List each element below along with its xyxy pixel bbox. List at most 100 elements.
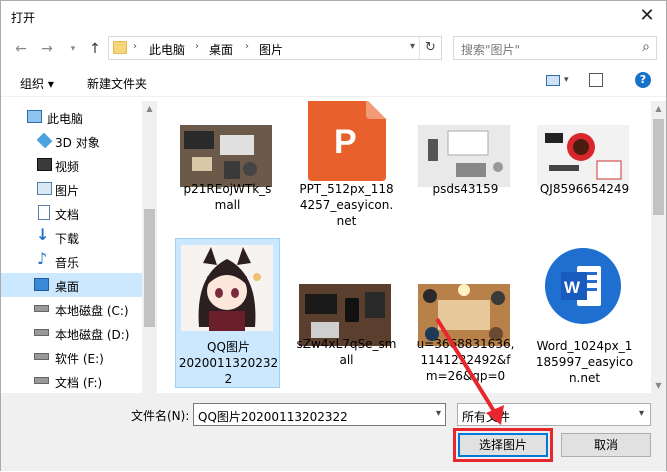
breadcrumb-separator-icon[interactable]: › [133, 41, 137, 52]
scroll-up-icon[interactable]: ▲ [142, 101, 157, 116]
navigation-pane: 此电脑 3D 对象 视频 图片 文档 ↓ 下载 ♪ 音乐 桌面 本地磁盘 (C:… [1, 101, 158, 393]
nav-item-videos[interactable]: 视频 [1, 153, 142, 177]
file-list-scrollbar[interactable]: ▲ ▼ [651, 101, 666, 393]
up-arrow-icon[interactable]: ↑ [85, 39, 105, 59]
chevron-down-icon[interactable]: ▾ [639, 408, 644, 419]
help-icon[interactable]: ? [635, 72, 651, 88]
nav-item-label: 此电脑 [47, 112, 84, 126]
breadcrumb-pictures[interactable]: 图片 [259, 41, 283, 58]
drive-icon [34, 353, 49, 360]
filename-label: 文件名(N): [131, 409, 190, 423]
file-item-selected[interactable]: QQ图片 2020011320232 2 [175, 238, 280, 388]
nav-item-drive-d[interactable]: 本地磁盘 (D:) [1, 321, 142, 345]
nav-item-documents[interactable]: 文档 [1, 201, 142, 225]
file-name: u=3668831636, 1141232492&f m=26&gp=0 [416, 337, 515, 383]
forward-arrow-icon[interactable]: → [37, 39, 57, 59]
nav-item-label: 音乐 [55, 256, 80, 270]
cancel-button[interactable]: 取消 [561, 433, 651, 457]
word-icon-thumbnail: W [539, 242, 627, 328]
scrollbar-thumb[interactable] [144, 209, 155, 327]
file-name: p21REojWTk_s mall [183, 182, 272, 212]
nav-item-label: 视频 [55, 160, 80, 174]
filetype-select[interactable]: 所有文件 ▾ [457, 403, 651, 426]
filename-input[interactable]: QQ图片20200113202322 ▾ [193, 403, 446, 426]
svg-text:W: W [564, 278, 581, 297]
search-box[interactable]: 搜索"图片" ⌕ [453, 36, 657, 60]
organize-button[interactable]: 组织 ▾ [20, 75, 54, 92]
computer-icon [27, 110, 42, 123]
nav-item-label: 图片 [55, 184, 80, 198]
folder-icon [113, 41, 127, 54]
nav-item-3d-objects[interactable]: 3D 对象 [1, 129, 142, 153]
nav-pane-scrollbar[interactable]: ▲ [142, 101, 157, 393]
close-icon[interactable]: ✕ [634, 5, 660, 29]
file-name: sZw4xL7qSe_sm all [296, 337, 397, 367]
nav-item-drive-f[interactable]: 文档 (F:) [1, 369, 142, 393]
file-item[interactable]: QJ8596654249 [532, 101, 637, 249]
nav-item-pictures[interactable]: 图片 [1, 177, 142, 201]
nav-item-label: 3D 对象 [55, 136, 100, 150]
scrollbar-thumb[interactable] [653, 119, 664, 215]
download-icon: ↓ [36, 225, 50, 244]
nav-item-label: 桌面 [55, 280, 80, 294]
address-dropdown-icon[interactable]: ▾ [410, 41, 415, 52]
dialog-footer: 文件名(N): QQ图片20200113202322 ▾ 所有文件 ▾ 选择图片… [1, 393, 666, 471]
drive-icon [34, 305, 49, 312]
scroll-up-icon[interactable]: ▲ [651, 101, 666, 116]
chevron-down-icon[interactable]: ▾ [436, 408, 441, 419]
video-icon [37, 158, 52, 171]
nav-item-drive-c[interactable]: 本地磁盘 (C:) [1, 297, 142, 321]
preview-pane-icon[interactable] [589, 73, 603, 87]
ppt-icon-thumbnail: P [308, 101, 386, 181]
nav-item-label: 下载 [55, 232, 80, 246]
file-item[interactable]: p21REojWTk_s mall [175, 101, 280, 249]
drive-icon [34, 329, 49, 336]
refresh-icon[interactable]: ↻ [419, 37, 441, 59]
address-bar[interactable]: › 此电脑 › 桌面 › 图片 ▾ ↻ [108, 36, 442, 60]
file-name: QQ图片 2020011320232 2 [178, 340, 279, 386]
command-bar: 组织 ▾ 新建文件夹 ▾ ? [1, 67, 666, 97]
nav-item-label: 文档 [55, 208, 80, 222]
open-file-dialog: 打开 ✕ ← → ▾ ↑ › 此电脑 › 桌面 › 图片 ▾ ↻ 搜索"图片" … [0, 0, 667, 471]
file-name: Word_1024px_1 185997_easyico n.net [535, 339, 634, 385]
title-bar: 打开 ✕ [1, 1, 666, 33]
file-item[interactable]: sZw4xL7qSe_sm all [294, 238, 399, 388]
file-name: psds43159 [432, 182, 499, 196]
breadcrumb-desktop[interactable]: 桌面 [209, 41, 233, 58]
file-name: QJ8596654249 [539, 182, 630, 196]
file-name: PPT_512px_118 4257_easyicon. net [299, 182, 394, 228]
file-item[interactable]: psds43159 [413, 101, 518, 249]
filetype-value: 所有文件 [462, 410, 511, 424]
back-arrow-icon[interactable]: ← [11, 39, 31, 59]
nav-item-this-pc[interactable]: 此电脑 [1, 105, 142, 129]
breadcrumb-separator-icon[interactable]: › [195, 41, 199, 52]
chevron-down-icon: ▾ [564, 75, 569, 85]
recent-locations-chevron-icon[interactable]: ▾ [63, 39, 83, 59]
desktop-icon [34, 278, 49, 291]
cube-3d-icon [36, 132, 53, 149]
nav-item-label: 软件 (E:) [55, 352, 104, 366]
breadcrumb-this-pc[interactable]: 此电脑 [149, 41, 185, 58]
drive-icon [34, 377, 49, 384]
change-view-button[interactable]: ▾ [544, 73, 574, 91]
svg-text:P: P [334, 123, 357, 161]
nav-item-desktop[interactable]: 桌面 [1, 273, 142, 297]
scroll-down-icon[interactable]: ▼ [651, 378, 666, 393]
search-icon[interactable]: ⌕ [642, 39, 650, 55]
nav-item-label: 本地磁盘 (D:) [55, 328, 130, 342]
picture-icon [37, 182, 52, 195]
filename-value: QQ图片20200113202322 [198, 410, 348, 424]
view-icon [546, 75, 560, 86]
breadcrumb-separator-icon[interactable]: › [245, 41, 249, 52]
nav-item-downloads[interactable]: ↓ 下载 [1, 225, 142, 249]
annotation-highlight-box [453, 428, 553, 462]
file-item[interactable]: u=3668831636, 1141232492&f m=26&gp=0 [413, 238, 518, 388]
nav-item-music[interactable]: ♪ 音乐 [1, 249, 142, 273]
music-icon: ♪ [37, 249, 48, 268]
nav-item-drive-e[interactable]: 软件 (E:) [1, 345, 142, 369]
new-folder-button[interactable]: 新建文件夹 [87, 75, 147, 92]
nav-item-label: 文档 (F:) [55, 376, 103, 390]
file-item[interactable]: P PPT_512px_118 4257_easyicon. net [294, 101, 399, 249]
nav-item-label: 本地磁盘 (C:) [55, 304, 129, 318]
file-item[interactable]: W Word_1024px_1 185997_easyico n.net [532, 238, 637, 388]
